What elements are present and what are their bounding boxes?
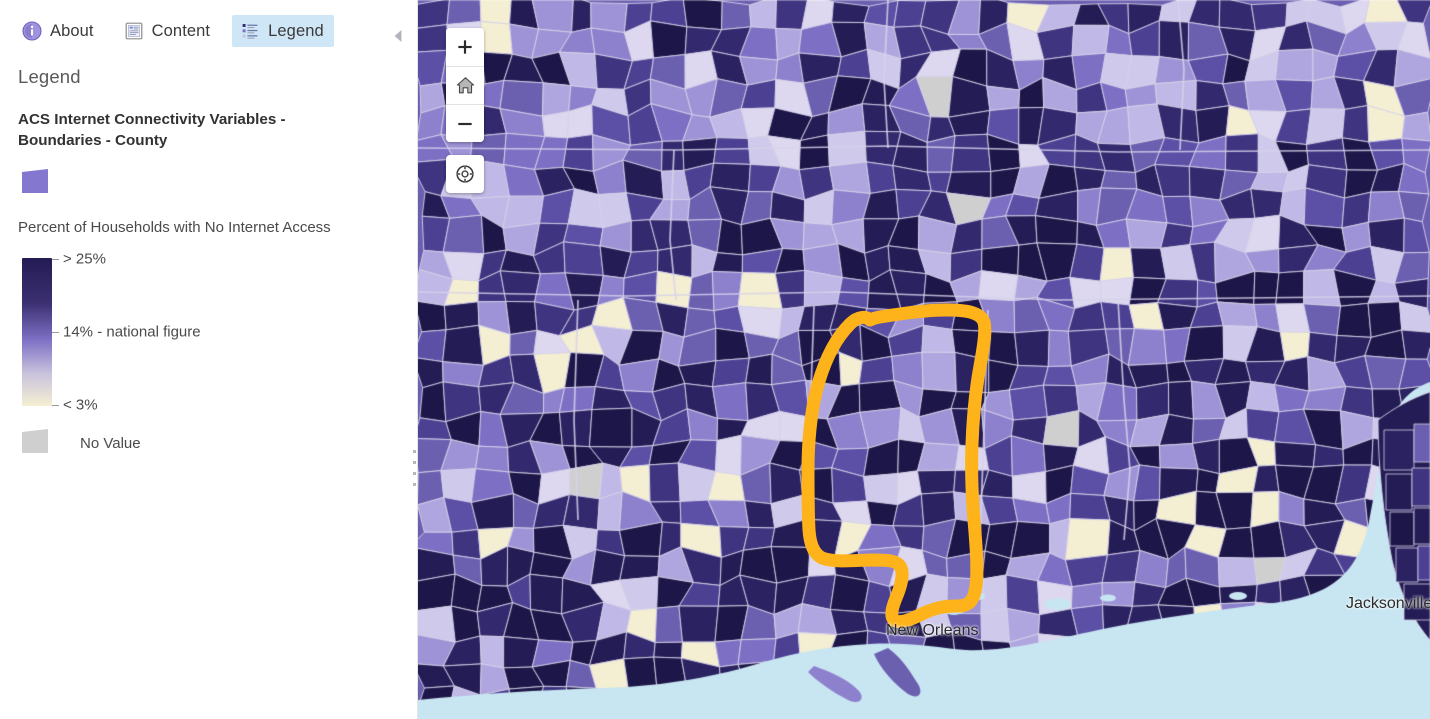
ramp-tick-high (52, 259, 59, 261)
tab-legend-label: Legend (268, 21, 324, 40)
left-panel: About Content Legend Legend ACS Internet… (0, 0, 418, 719)
panel-tabbar: About Content Legend (0, 0, 417, 58)
color-ramp-title: Percent of Households with No Internet A… (18, 219, 331, 237)
plus-icon (458, 40, 472, 54)
ramp-label-high: > 25% (63, 250, 106, 268)
sidebar-resize-grip[interactable] (412, 450, 417, 486)
locate-crosshair-icon (455, 164, 475, 184)
layer-title: ACS Internet Connectivity Variables - Bo… (18, 111, 286, 149)
grip-dot (413, 461, 416, 464)
tab-content[interactable]: Content (116, 15, 221, 47)
zoom-out-button[interactable] (446, 104, 484, 142)
locate-button[interactable] (446, 155, 484, 193)
no-value-label: No Value (80, 435, 141, 453)
zoom-in-button[interactable] (446, 28, 484, 66)
layer-polygon-swatch (20, 167, 58, 200)
grip-dot (413, 450, 416, 453)
tab-about-label: About (50, 21, 94, 40)
color-ramp-bar (22, 258, 52, 407)
home-icon (456, 77, 474, 94)
ramp-tick-low (52, 405, 59, 407)
no-value-row: No Value (20, 427, 417, 460)
grip-dot (413, 472, 416, 475)
zoom-control-stack (446, 28, 484, 142)
ramp-label-low: < 3% (63, 396, 98, 414)
grip-dot (413, 483, 416, 486)
legend-icon (240, 21, 260, 41)
no-value-polygon-swatch (20, 427, 58, 460)
minus-icon (458, 122, 472, 125)
arcgis-web-map-app: About Content Legend Legend ACS Internet… (0, 0, 1430, 719)
ramp-label-mid: 14% - national figure (63, 323, 201, 341)
collapse-left-triangle-icon[interactable] (388, 26, 408, 46)
tab-content-label: Content (151, 21, 211, 40)
ramp-tick-mid (52, 332, 59, 334)
choropleth-map-canvas[interactable] (418, 0, 1430, 719)
content-list-icon (124, 21, 144, 41)
tab-legend[interactable]: Legend (232, 15, 334, 47)
color-ramp-block: > 25% 14% - national figure < 3% (0, 250, 417, 414)
home-button[interactable] (446, 66, 484, 104)
info-circle-icon (22, 21, 42, 41)
layer-symbol-row (20, 167, 417, 200)
tab-about[interactable]: About (14, 15, 104, 47)
map-controls (446, 28, 484, 193)
page-title: Legend (18, 66, 81, 87)
map-viewport[interactable]: New Orleans Jacksonville (418, 0, 1430, 719)
